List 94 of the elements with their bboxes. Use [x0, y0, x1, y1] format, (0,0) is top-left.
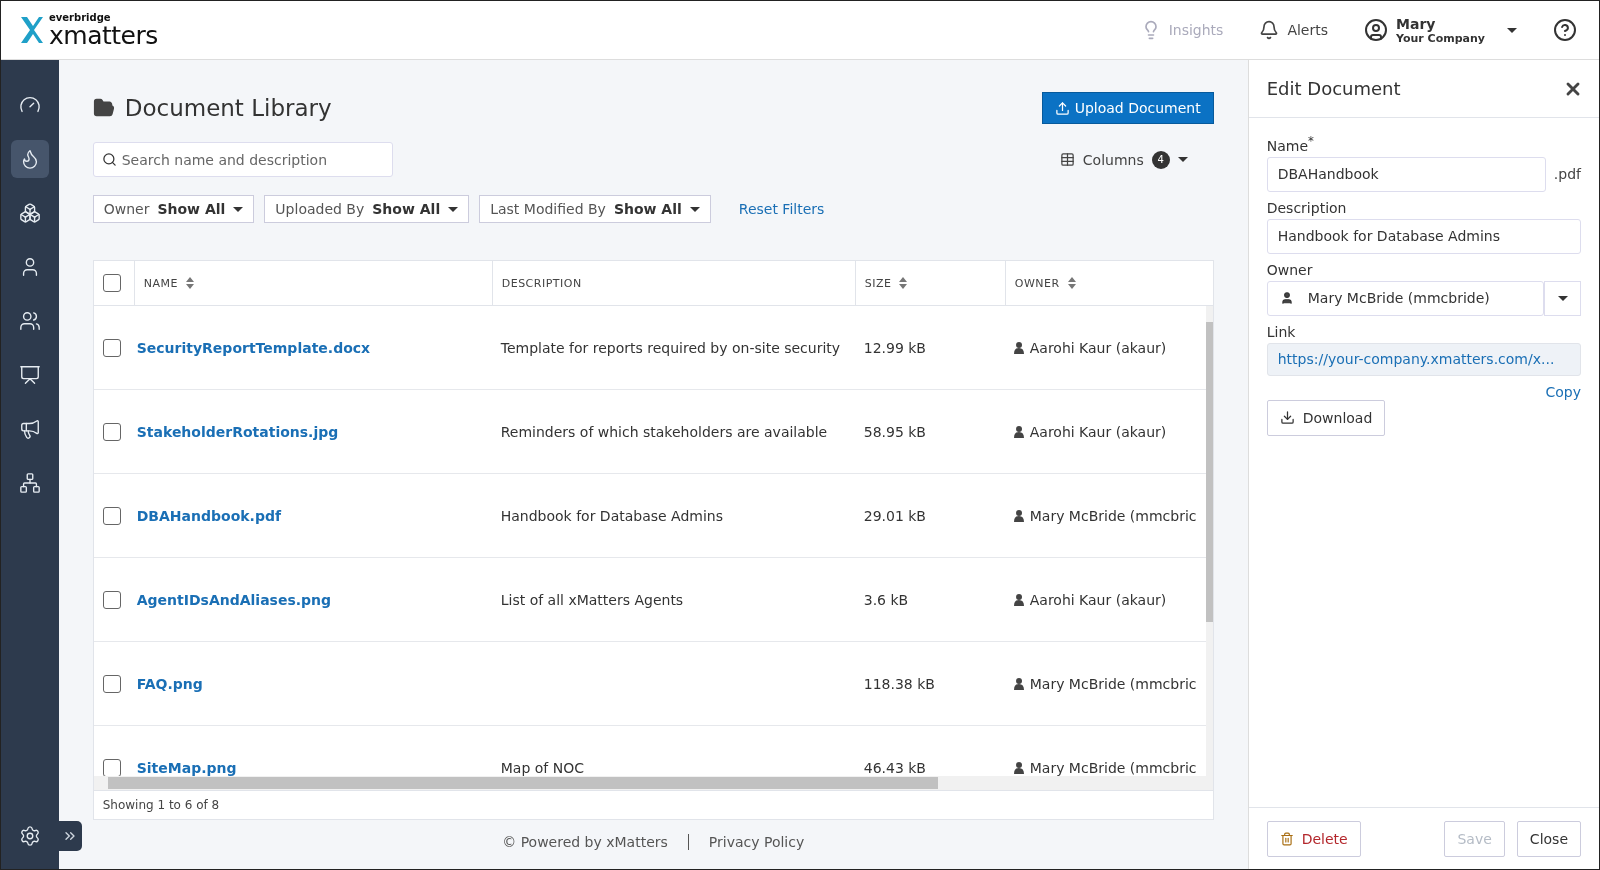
- help-icon[interactable]: [1553, 18, 1577, 42]
- checkbox[interactable]: [102, 422, 121, 441]
- person-icon: [1013, 341, 1024, 354]
- owner-name: Mary McBride (mmcbric: [1029, 675, 1197, 692]
- document-link[interactable]: DBAHandbook.pdf: [133, 508, 285, 524]
- table-cell-text: Template for reports required by on-site security: [499, 339, 842, 356]
- field-label: Name$^{*}$: [1266, 134, 1315, 154]
- document-link[interactable]: AgentIDsAndAliases.png: [133, 592, 335, 608]
- table-cell-text: Handbook for Database Admins: [499, 507, 725, 524]
- copy-link[interactable]: Copy: [1545, 383, 1581, 400]
- checkbox[interactable]: [102, 338, 121, 357]
- sort-icon: [899, 277, 908, 289]
- search-field[interactable]: Search name and description: [92, 142, 393, 177]
- panel-title: Edit Document: [1266, 78, 1401, 99]
- upload-icon: [1054, 100, 1070, 116]
- horizontal-scrollbar[interactable]: [93, 776, 1213, 790]
- checkbox[interactable]: [102, 274, 121, 292]
- owner-name: Aarohi Kaur (akaur): [1029, 339, 1167, 356]
- field-label: Link: [1266, 323, 1297, 340]
- upload-button[interactable]: Upload Document: [1041, 92, 1214, 124]
- expand-button[interactable]: [57, 821, 82, 851]
- download-button[interactable]: Download: [1266, 399, 1386, 436]
- search-icon: [101, 152, 117, 167]
- owner-name: Mary McBride (mmcbric: [1029, 759, 1197, 776]
- person-icon: [1013, 509, 1024, 522]
- trash-icon: [1279, 831, 1294, 846]
- owner-name: Aarohi Kaur (akaur): [1029, 423, 1167, 440]
- nav-button[interactable]: [10, 140, 49, 178]
- dropdown-button[interactable]: [1544, 280, 1581, 316]
- field-label: Owner: [1266, 261, 1314, 278]
- column-header[interactable]: DESCRIPTION: [501, 276, 582, 290]
- field-label: Description: [1266, 199, 1348, 216]
- alerts-link[interactable]: Alerts: [1259, 20, 1328, 40]
- table-icon: [1059, 152, 1075, 167]
- megaphone-icon: [18, 418, 41, 440]
- table-cell-text: Map of NOC: [499, 759, 585, 776]
- column-header[interactable]: SIZE: [864, 276, 908, 290]
- person-icon: [1013, 677, 1024, 690]
- document-link[interactable]: StakeholderRotations.jpg: [133, 424, 342, 440]
- person-icon: [1013, 761, 1024, 774]
- name-field[interactable]: DBAHandbook: [1266, 156, 1546, 192]
- network-icon: [18, 472, 41, 494]
- checkbox[interactable]: [102, 506, 121, 525]
- owner-name: Mary McBride (mmcbric: [1029, 507, 1197, 524]
- table-cell-text: 46.43 kB: [862, 759, 927, 776]
- bell-icon: [1259, 20, 1280, 40]
- person-icon: [1279, 291, 1294, 306]
- logo-icon: [19, 15, 45, 45]
- link-field[interactable]: https://your-company.xmatters.com/x...: [1266, 342, 1581, 376]
- table-cell-text: 29.01 kB: [862, 507, 927, 524]
- person-icon: [1013, 593, 1024, 606]
- avatar-icon: [1364, 18, 1388, 42]
- table-cell-text: 3.6 kB: [862, 591, 910, 608]
- page-title: Document Library: [124, 95, 332, 121]
- close-button[interactable]: Close: [1516, 820, 1581, 857]
- powered-by-text: © Powered by xMatters: [482, 834, 689, 850]
- table-cell-text: 12.99 kB: [862, 339, 927, 356]
- privacy-link[interactable]: Privacy Policy: [688, 834, 825, 850]
- document-link[interactable]: SecurityReportTemplate.docx: [133, 340, 374, 356]
- filter-dropdown[interactable]: Owner Show All: [92, 195, 255, 223]
- settings-icon: [18, 825, 41, 847]
- folder-icon: [92, 97, 115, 119]
- user-name[interactable]: Mary: [1396, 15, 1485, 32]
- checkbox[interactable]: [102, 674, 121, 693]
- document-link[interactable]: SiteMap.png: [133, 760, 240, 776]
- pagination-status: Showing 1 to 6 of 8: [93, 790, 1213, 819]
- sort-icon: [185, 277, 194, 289]
- reset-filters-link[interactable]: Reset Filters: [738, 201, 825, 217]
- filter-dropdown[interactable]: Last Modified By Show All: [479, 195, 711, 223]
- description-field[interactable]: Handbook for Database Admins: [1266, 218, 1581, 254]
- table-cell-text: 58.95 kB: [862, 423, 927, 440]
- table-cell-text: Reminders of which stakeholders are available: [499, 423, 829, 440]
- download-icon: [1279, 410, 1295, 426]
- column-header[interactable]: OWNER: [1014, 276, 1076, 290]
- table-cell-text: List of all xMatters Agents: [499, 591, 685, 608]
- column-header[interactable]: NAME: [143, 276, 194, 290]
- owner-name: Aarohi Kaur (akaur): [1029, 591, 1167, 608]
- table-cell-text: 118.38 kB: [862, 675, 936, 692]
- delete-button[interactable]: Delete: [1266, 820, 1361, 857]
- company-name: Your Company: [1396, 31, 1485, 45]
- people-icon: [18, 310, 41, 332]
- sort-icon: [1067, 277, 1076, 289]
- logo-wordmark: xmatters: [49, 22, 158, 48]
- checkbox[interactable]: [102, 590, 121, 609]
- logo-brand: everbridge: [49, 12, 112, 23]
- extension-text: .pdf: [1553, 166, 1581, 183]
- chart-board-icon: [18, 364, 41, 386]
- document-link[interactable]: FAQ.png: [133, 676, 206, 692]
- person-icon: [1013, 425, 1024, 438]
- caret-icon[interactable]: [1507, 27, 1517, 33]
- checkbox[interactable]: [102, 758, 121, 776]
- filter-dropdown[interactable]: Uploaded By Show All: [264, 195, 470, 223]
- columns-button[interactable]: Columns 4: [1053, 149, 1194, 170]
- owner-select[interactable]: Mary McBride (mmcbride): [1266, 280, 1544, 316]
